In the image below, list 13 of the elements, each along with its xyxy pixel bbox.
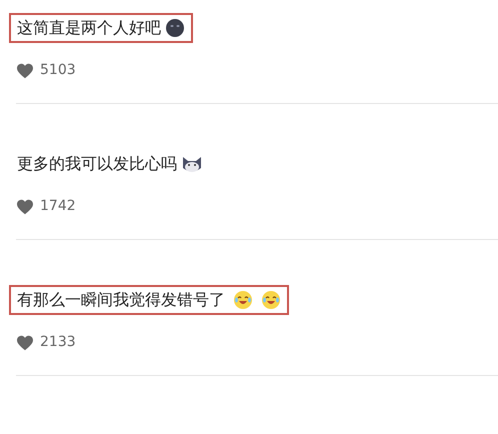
- laughing-tears-face-icon: [233, 290, 253, 310]
- like-count: 5103: [40, 61, 76, 80]
- comment-text: 有那么一瞬间我觉得发错号了: [17, 292, 225, 308]
- heart-icon[interactable]: [16, 334, 34, 350]
- round-face-icon: [165, 18, 185, 38]
- comment-text: 更多的我可以发比心吗: [17, 156, 177, 172]
- like-count: 2133: [40, 333, 76, 352]
- comment-text: 这简直是两个人好吧: [17, 20, 161, 36]
- heart-icon[interactable]: [16, 62, 34, 78]
- laughing-tears-face-icon: [261, 290, 281, 310]
- like-count: 1742: [40, 197, 76, 216]
- heart-icon[interactable]: [16, 198, 34, 214]
- cat-face-icon: [181, 154, 203, 174]
